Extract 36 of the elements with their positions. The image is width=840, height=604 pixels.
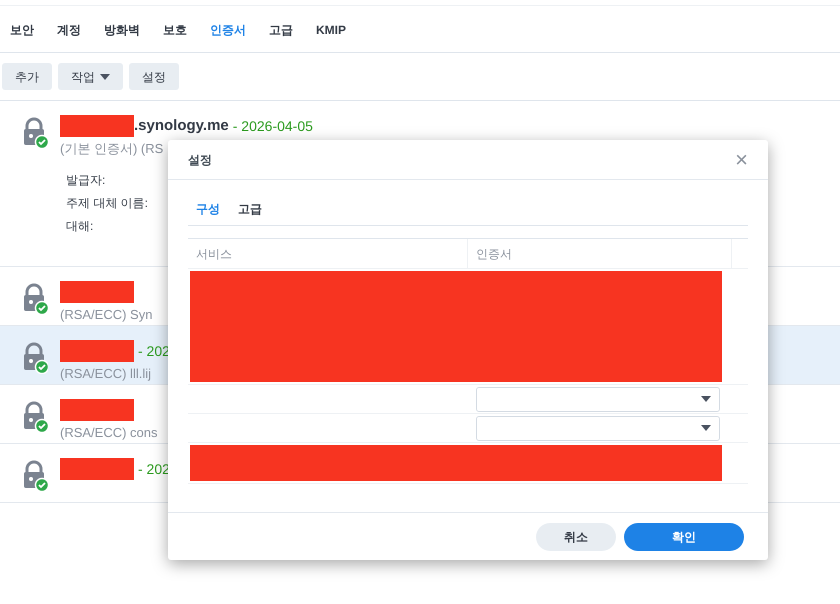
toolbar-button[interactable]: 설정 — [129, 63, 179, 90]
column-header: 서비스 — [188, 239, 468, 268]
toolbar-button[interactable]: 추가 — [2, 63, 52, 90]
certificate-select[interactable] — [476, 416, 720, 440]
tab[interactable]: 고급 — [269, 20, 293, 38]
certificate-name: .synology.me — [134, 116, 229, 136]
detail-label: 발급자: — [66, 172, 106, 188]
caret-icon — [100, 74, 110, 80]
certificate-description: (RSA/ECC) cons — [60, 424, 158, 442]
lock-check-icon — [22, 342, 48, 374]
dialog-tab[interactable]: 고급 — [238, 196, 262, 222]
tab[interactable]: 보호 — [163, 20, 187, 38]
detail-label: 대해: — [66, 218, 94, 234]
certificate-select[interactable] — [476, 386, 720, 412]
cancel-button[interactable]: 취소 — [536, 522, 616, 550]
detail-label: 주제 대체 이름: — [66, 194, 148, 212]
tab[interactable]: KMIP — [316, 20, 346, 38]
tab[interactable]: 보안 — [10, 20, 34, 38]
lock-check-icon — [22, 283, 48, 315]
lock-check-icon — [22, 460, 48, 492]
certificate-description: (기본 인증서) (RS — [60, 140, 164, 158]
certificate-description: (RSA/ECC) Syn — [60, 306, 152, 324]
lock-check-icon — [22, 401, 48, 433]
caret-icon — [701, 425, 711, 431]
tab[interactable]: 방화벽 — [104, 20, 140, 38]
dialog-title: 설정 — [188, 152, 212, 168]
dialog-tab[interactable]: 구성 — [196, 196, 220, 222]
column-header: 인증서 — [468, 239, 732, 268]
caret-icon — [701, 396, 711, 402]
action-dropdown[interactable]: 작업 — [58, 63, 123, 90]
expiry-date: - 2026-04-05 — [232, 116, 313, 136]
certificate-description: (RSA/ECC) lll.lij — [60, 365, 152, 383]
lock-check-icon — [22, 117, 48, 149]
tab[interactable]: 인증서 — [210, 20, 246, 38]
tab[interactable]: 계정 — [57, 20, 81, 38]
confirm-button[interactable]: 확인 — [624, 522, 744, 550]
